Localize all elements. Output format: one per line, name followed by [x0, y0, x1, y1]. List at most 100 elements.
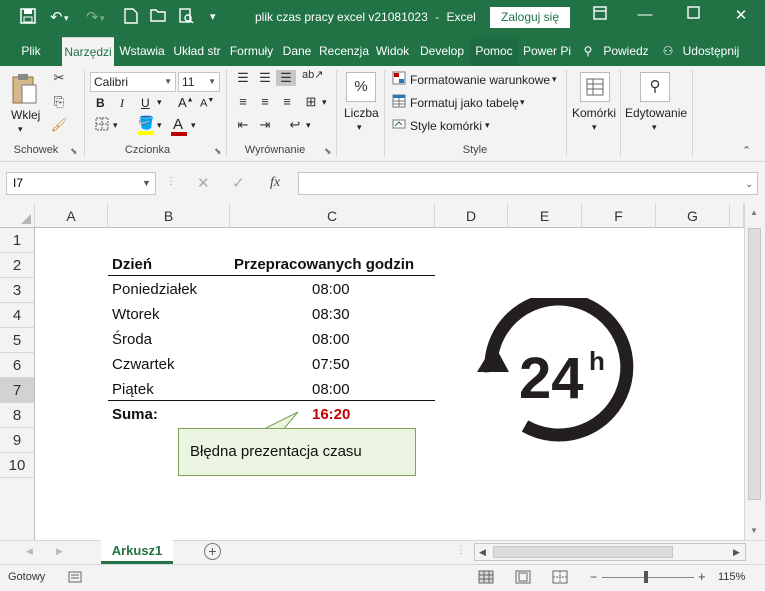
zoom-in-icon[interactable]: +	[698, 569, 706, 584]
search-icon[interactable]: ⚲	[640, 72, 670, 102]
tab-review[interactable]: Recenzja	[318, 37, 370, 66]
sheet-tab[interactable]: Arkusz1	[101, 540, 173, 564]
row-header[interactable]: 6	[0, 353, 35, 378]
next-sheet-icon[interactable]: ▶	[56, 546, 63, 557]
zoom-slider-thumb[interactable]	[644, 571, 648, 583]
enter-icon[interactable]: ✓	[232, 174, 245, 192]
formula-bar-handle-icon[interactable]: ⋮	[166, 176, 176, 187]
column-header[interactable]: F	[582, 204, 656, 228]
page-break-view-icon[interactable]	[552, 570, 568, 587]
column-header[interactable]: C	[230, 204, 435, 228]
decrease-font-icon[interactable]: A▼	[200, 97, 214, 110]
customize-qat-icon[interactable]: ▾	[210, 10, 216, 23]
paste-dropdown-icon[interactable]: ▾	[18, 124, 23, 135]
as-table-dropdown-icon[interactable]: ▾	[520, 97, 525, 108]
conditional-formatting-button[interactable]: Formatowanie warunkowe	[410, 73, 550, 87]
scrollbar-thumb[interactable]	[748, 228, 761, 500]
row-header[interactable]: 8	[0, 403, 35, 428]
row-header[interactable]: 1	[0, 228, 35, 253]
redo-icon[interactable]: ↷	[86, 8, 99, 26]
number-format-button[interactable]: Liczba	[344, 106, 379, 120]
insert-function-button[interactable]: fx	[270, 175, 280, 191]
cells-icon[interactable]	[580, 72, 610, 102]
name-box-dropdown-icon[interactable]: ▼	[142, 178, 151, 188]
redo-dropdown-icon[interactable]: ▾	[100, 13, 105, 24]
font-color-icon[interactable]: A	[173, 116, 183, 133]
scroll-left-icon[interactable]: ◀	[479, 547, 486, 558]
row-header[interactable]: 7	[0, 378, 35, 403]
tab-page-layout[interactable]: Układ str	[170, 37, 224, 66]
copy-icon[interactable]: ⎘	[50, 94, 68, 110]
align-middle-icon[interactable]: ☰	[256, 70, 274, 86]
underline-dropdown-icon[interactable]: ▾	[157, 97, 162, 108]
tab-file[interactable]: Plik	[8, 37, 54, 66]
splitter-handle-icon[interactable]: ⋮	[456, 545, 466, 556]
number-dropdown-icon[interactable]: ▾	[357, 122, 362, 133]
format-as-table-button[interactable]: Formatuj jako tabelę	[410, 96, 519, 110]
zoom-level[interactable]: 115%	[718, 571, 745, 583]
ribbon-display-options-icon[interactable]	[585, 6, 615, 24]
cell-styles-button[interactable]: Style komórki	[410, 119, 482, 133]
cell-styles-dropdown-icon[interactable]: ▾	[485, 120, 490, 131]
fill-color-icon[interactable]: 🪣	[138, 115, 154, 131]
lightbulb-search-icon[interactable]: ⚲	[580, 37, 596, 66]
worksheet-grid[interactable]: A B C D E F G 1 2 3 4 5 6 7 8 9 10 Dzień…	[0, 204, 765, 540]
tell-me-button[interactable]: Powiedz	[600, 37, 652, 66]
scroll-down-icon[interactable]: ▼	[750, 526, 758, 535]
page-layout-view-icon[interactable]	[515, 570, 531, 587]
column-header[interactable]: D	[435, 204, 508, 228]
cells-dropdown-icon[interactable]: ▾	[592, 122, 597, 133]
tab-formulas[interactable]: Formuły	[227, 37, 276, 66]
font-launcher-icon[interactable]: ⬊	[214, 146, 222, 157]
align-center-icon[interactable]: ≡	[256, 94, 274, 109]
open-folder-icon[interactable]	[150, 8, 166, 26]
font-name-combo[interactable]: Calibri ▼	[90, 72, 176, 92]
percent-icon[interactable]: %	[346, 72, 376, 102]
row-header[interactable]: 3	[0, 278, 35, 303]
align-left-icon[interactable]: ≡	[234, 94, 252, 109]
cancel-icon[interactable]: ✕	[197, 174, 210, 192]
macro-record-icon[interactable]	[68, 570, 82, 587]
vertical-scrollbar[interactable]: ▲ ▼	[744, 204, 765, 540]
decrease-indent-icon[interactable]: ⇤	[234, 117, 252, 133]
conditional-dropdown-icon[interactable]: ▾	[552, 74, 557, 85]
editing-dropdown-icon[interactable]: ▾	[652, 122, 657, 133]
scroll-up-icon[interactable]: ▲	[750, 208, 758, 217]
column-header[interactable]: G	[656, 204, 730, 228]
tab-data[interactable]: Dane	[280, 37, 314, 66]
tab-help[interactable]: Pomoc	[470, 37, 518, 66]
row-header[interactable]: 4	[0, 303, 35, 328]
tab-insert[interactable]: Wstawia	[117, 37, 167, 66]
maximize-icon[interactable]	[678, 6, 708, 23]
row-header[interactable]: 9	[0, 428, 35, 453]
horizontal-scrollbar[interactable]: ◀ ▶	[474, 543, 746, 561]
align-bottom-icon[interactable]: ☰	[276, 70, 296, 86]
font-size-combo[interactable]: 11 ▼	[178, 72, 220, 92]
clipboard-launcher-icon[interactable]: ⬊	[70, 146, 78, 157]
column-header[interactable]: B	[108, 204, 230, 228]
paste-button[interactable]: Wklej	[11, 108, 40, 122]
cut-icon[interactable]: ✂	[50, 70, 68, 86]
align-top-icon[interactable]: ☰	[234, 70, 252, 86]
tab-power-pivot[interactable]: Power Pi	[521, 37, 573, 66]
underline-button[interactable]: U	[141, 96, 150, 110]
font-color-dropdown-icon[interactable]: ▾	[191, 120, 196, 131]
wrap-text-icon[interactable]: ↩	[286, 117, 304, 133]
bold-button[interactable]: B	[96, 96, 105, 110]
scroll-right-icon[interactable]: ▶	[733, 547, 740, 558]
zoom-out-icon[interactable]: −	[590, 570, 597, 584]
row-header[interactable]: 2	[0, 253, 35, 278]
align-right-icon[interactable]: ≡	[278, 94, 296, 109]
increase-font-icon[interactable]: A▲	[178, 95, 194, 110]
select-all-corner[interactable]	[0, 204, 35, 228]
minimize-icon[interactable]: —	[630, 6, 660, 23]
wrap-dropdown-icon[interactable]: ▾	[306, 120, 311, 131]
column-header[interactable]: A	[35, 204, 108, 228]
tab-home[interactable]: Narzędzi	[62, 37, 114, 66]
increase-indent-icon[interactable]: ⇥	[256, 117, 274, 133]
expand-formula-icon[interactable]: ⌄	[745, 179, 753, 190]
sign-in-button[interactable]: Zaloguj się	[490, 7, 570, 28]
share-button[interactable]: Udostępnij	[680, 37, 742, 66]
collapse-ribbon-icon[interactable]: ⌃	[742, 144, 751, 157]
alignment-launcher-icon[interactable]: ⬊	[324, 146, 332, 157]
